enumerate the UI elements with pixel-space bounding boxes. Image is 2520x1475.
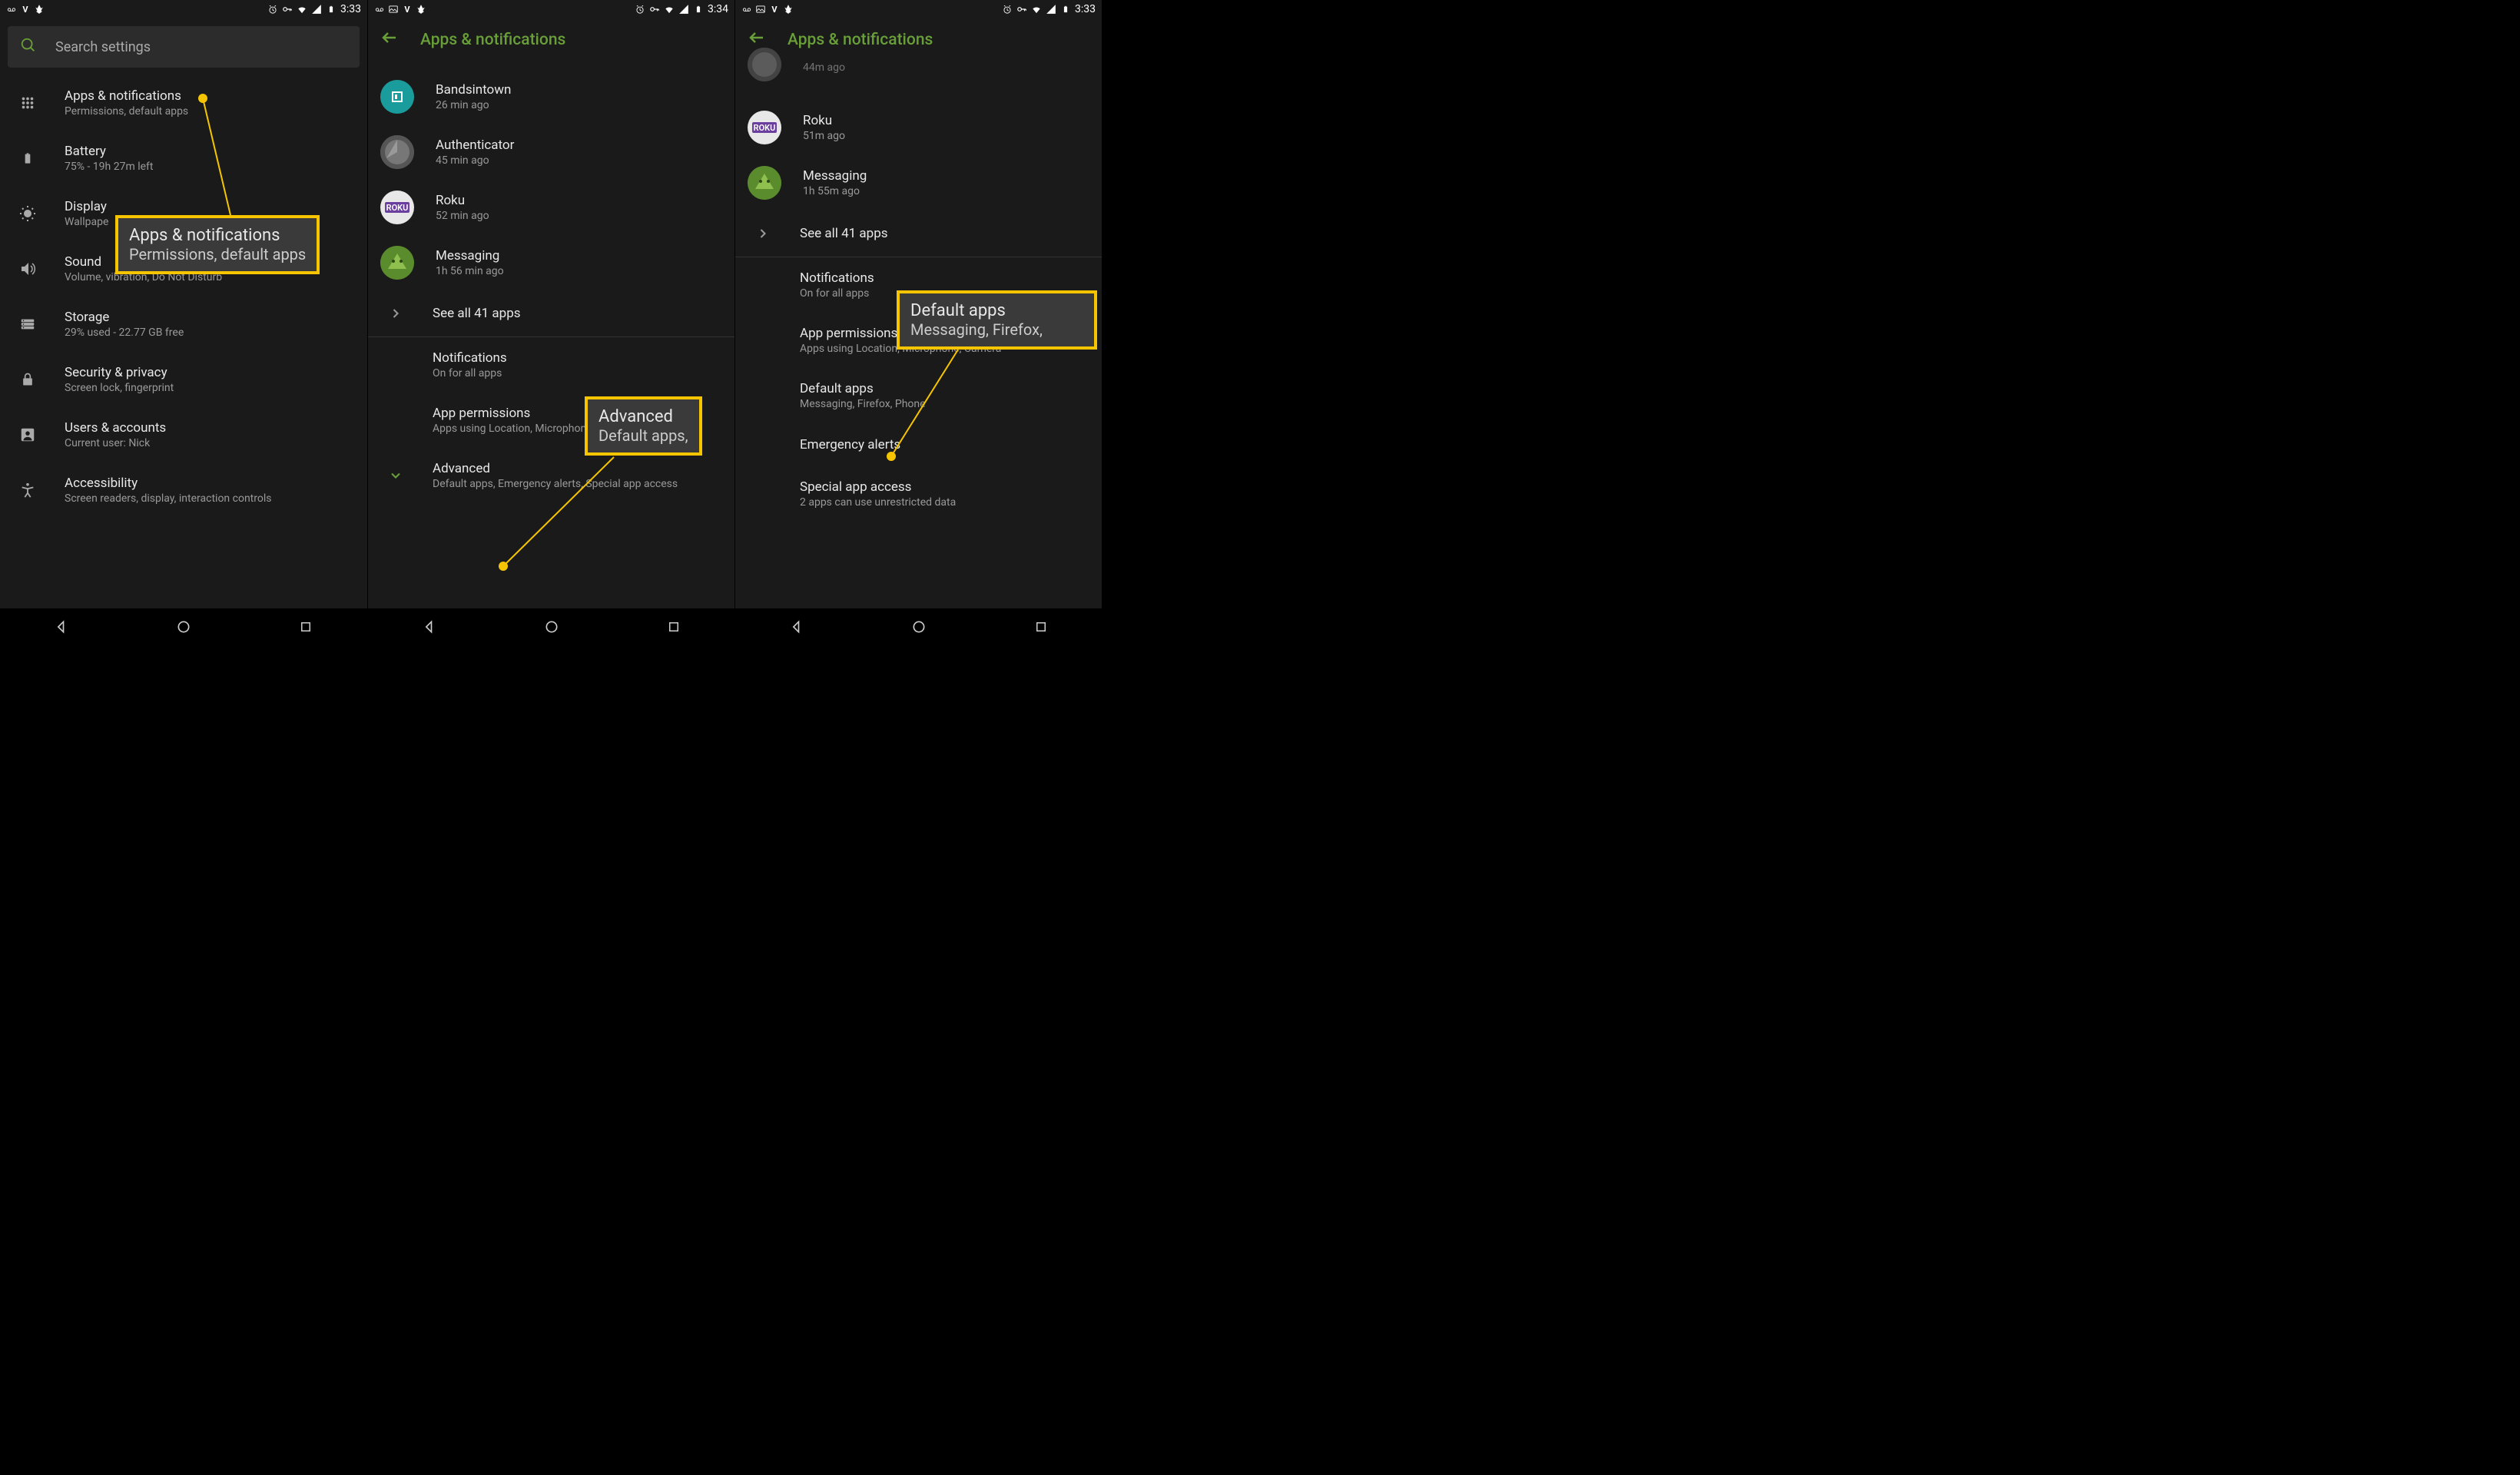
callout-line xyxy=(0,0,367,645)
callout-title: Apps & notifications xyxy=(129,226,306,245)
callout-apps-notifications: Apps & notifications Permissions, defaul… xyxy=(115,215,320,274)
screen-apps-notifications: V 3:34 Apps & notifications Bandsintown … xyxy=(367,0,734,645)
callout-dot xyxy=(887,452,896,461)
screen-settings-main: V 3:33 Search settings Apps & notificati… xyxy=(0,0,367,645)
callout-sub: Permissions, default apps xyxy=(129,245,306,264)
callout-dot xyxy=(499,562,508,571)
callout-advanced: Advanced Default apps, xyxy=(585,396,702,456)
callout-default-apps: Default apps Messaging, Firefox, xyxy=(897,290,1097,350)
callout-sub: Default apps, xyxy=(598,426,688,445)
callout-sub: Messaging, Firefox, xyxy=(910,320,1083,339)
callout-dot xyxy=(198,94,207,103)
screen-apps-notifications-expanded: V 3:33 Apps & notifications 44m ago ROKU xyxy=(734,0,1102,645)
callout-line xyxy=(368,0,734,645)
callout-title: Default apps xyxy=(910,301,1083,320)
callout-title: Advanced xyxy=(598,407,688,426)
